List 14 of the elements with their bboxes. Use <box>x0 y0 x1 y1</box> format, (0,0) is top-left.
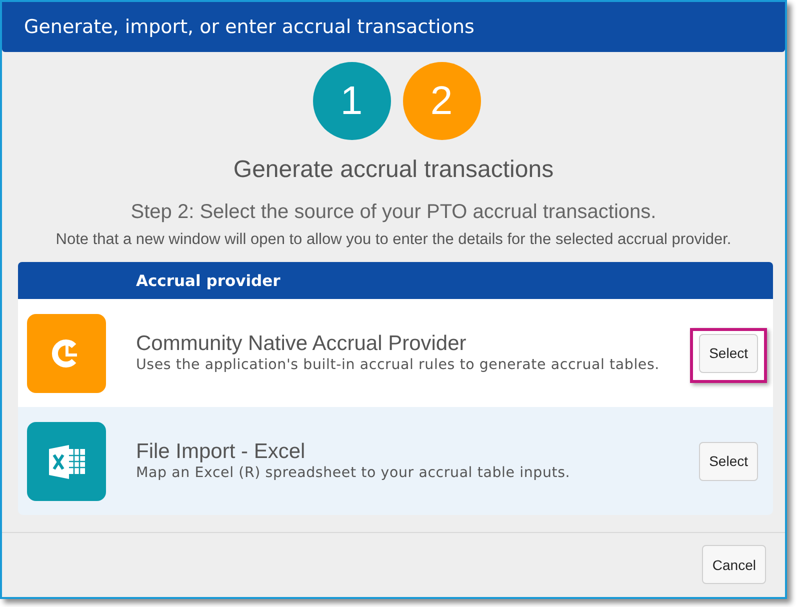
note-text: Note that a new window will open to allow you to enter the details for the selected accrual provider. <box>56 230 732 250</box>
step-instruction: Step 2: Select the source of your PTO accrual transactions. <box>130 200 656 225</box>
window-title: Generate, import, or enter accrual transactions <box>24 16 474 38</box>
select-button[interactable]: Select <box>699 442 758 480</box>
provider-title: File Import - Excel <box>136 440 306 464</box>
step-circle: 2 <box>402 62 480 140</box>
provider-description: Uses the application's built-in accrual rules to generate accrual tables. <box>136 356 660 374</box>
heading: Generate accrual transactions <box>233 155 554 185</box>
step-circle: 1 <box>312 62 390 140</box>
cancel-button[interactable]: Cancel <box>702 545 766 584</box>
provider-title: Community Native Accrual Provider <box>136 332 468 356</box>
provider-description: Map an Excel (R) spreadsheet to your accrual table inputs. <box>136 464 572 482</box>
select-button[interactable]: Select <box>699 334 758 372</box>
column-header: Accrual provider <box>136 272 280 290</box>
